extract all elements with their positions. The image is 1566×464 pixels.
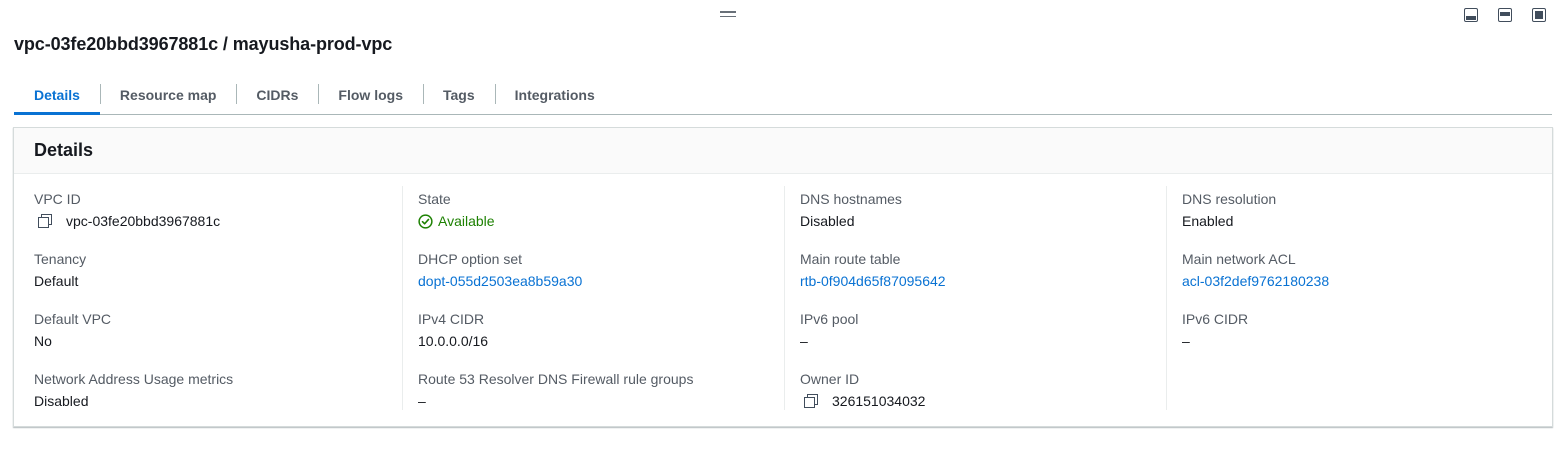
tab-integrations[interactable]: Integrations [494, 76, 615, 114]
details-panel-header: Details [14, 128, 1552, 174]
tab-cidrs[interactable]: CIDRs [236, 76, 318, 114]
status-check-icon [418, 213, 433, 229]
field-label: Route 53 Resolver DNS Firewall rule grou… [418, 371, 694, 387]
ipv6-cidr-value: – [1182, 333, 1190, 349]
tab-resource-map[interactable]: Resource map [99, 76, 236, 114]
field-label: DNS resolution [1182, 191, 1277, 207]
tab-tags[interactable]: Tags [422, 76, 495, 114]
tab-flow-logs[interactable]: Flow logs [318, 76, 423, 114]
field-label: DHCP option set [418, 251, 523, 267]
field-label: Network Address Usage metrics [34, 371, 234, 387]
field-route53-firewall: Route 53 Resolver DNS Firewall rule grou… [418, 370, 693, 410]
ipv4-cidr-value: 10.0.0.0/16 [418, 333, 489, 349]
page-title: vpc-03fe20bbd3967881c / mayusha-prod-vpc [14, 34, 393, 54]
field-main-route-table: Main route table rtb-0f904d65f87095642 [800, 250, 946, 290]
field-label: Tenancy [34, 251, 87, 267]
field-default-vpc: Default VPC No [34, 310, 111, 350]
ipv6-pool-value: – [800, 333, 808, 349]
field-nau-metrics: Network Address Usage metrics Disabled [34, 370, 233, 410]
field-label: VPC ID [34, 191, 81, 207]
field-dhcp-option-set: DHCP option set dopt-055d2503ea8b59a30 [418, 250, 582, 290]
field-vpc-id: VPC ID vpc-03fe20bbd3967881c [34, 190, 220, 230]
drag-handle-icon [720, 11, 736, 13]
panel-layout-controls [1464, 8, 1546, 22]
details-panel: Details VPC ID vpc-03fe20bbd3967881c Ten… [13, 127, 1553, 427]
field-label: IPv4 CIDR [418, 311, 485, 327]
field-dns-hostnames: DNS hostnames Disabled [800, 190, 902, 230]
field-dns-resolution: DNS resolution Enabled [1182, 190, 1276, 230]
field-ipv4-cidr: IPv4 CIDR 10.0.0.0/16 [418, 310, 488, 350]
column-divider [1166, 186, 1167, 410]
layout-full-icon[interactable] [1532, 8, 1546, 22]
details-panel-title: Details [34, 140, 94, 160]
details-grid: VPC ID vpc-03fe20bbd3967881c Tenancy Def… [14, 174, 1552, 426]
field-label: DNS hostnames [800, 191, 902, 207]
vpc-id-value: vpc-03fe20bbd3967881c [66, 213, 221, 229]
nau-metrics-value: Disabled [34, 393, 89, 409]
column-divider [784, 186, 785, 410]
main-network-acl-link[interactable]: acl-03f2def9762180238 [1182, 272, 1329, 290]
layout-bottom-icon[interactable] [1464, 8, 1478, 22]
field-label: Main route table [800, 251, 901, 267]
dhcp-option-set-link[interactable]: dopt-055d2503ea8b59a30 [418, 272, 582, 290]
main-route-table-link[interactable]: rtb-0f904d65f87095642 [800, 272, 946, 290]
copy-icon[interactable] [804, 394, 818, 408]
field-ipv6-pool: IPv6 pool – [800, 310, 858, 350]
tab-details[interactable]: Details [14, 76, 100, 115]
route53-firewall-value: – [418, 393, 426, 409]
field-state: State Available [418, 190, 495, 230]
field-owner-id: Owner ID 326151034032 [800, 370, 925, 410]
dns-hostnames-value: Disabled [800, 213, 855, 229]
field-label: Default VPC [34, 311, 112, 327]
copy-icon[interactable] [38, 214, 52, 228]
field-label: State [418, 191, 451, 207]
layout-side-icon[interactable] [1498, 8, 1512, 22]
dns-resolution-value: Enabled [1182, 213, 1234, 229]
tenancy-value: Default [34, 273, 79, 289]
default-vpc-value: No [34, 333, 52, 349]
field-tenancy: Tenancy Default [34, 250, 86, 290]
field-ipv6-cidr: IPv6 CIDR – [1182, 310, 1248, 350]
field-label: IPv6 CIDR [1182, 311, 1249, 327]
field-label: IPv6 pool [800, 311, 859, 327]
state-value: Available [438, 213, 495, 229]
tab-bar: Details Resource map CIDRs Flow logs Tag… [14, 76, 1552, 115]
field-main-network-acl: Main network ACL acl-03f2def9762180238 [1182, 250, 1329, 290]
panel-resize-handle[interactable] [720, 11, 736, 19]
field-label: Owner ID [800, 371, 860, 387]
owner-id-value: 326151034032 [832, 393, 926, 409]
column-divider [402, 186, 403, 410]
field-label: Main network ACL [1182, 251, 1296, 267]
